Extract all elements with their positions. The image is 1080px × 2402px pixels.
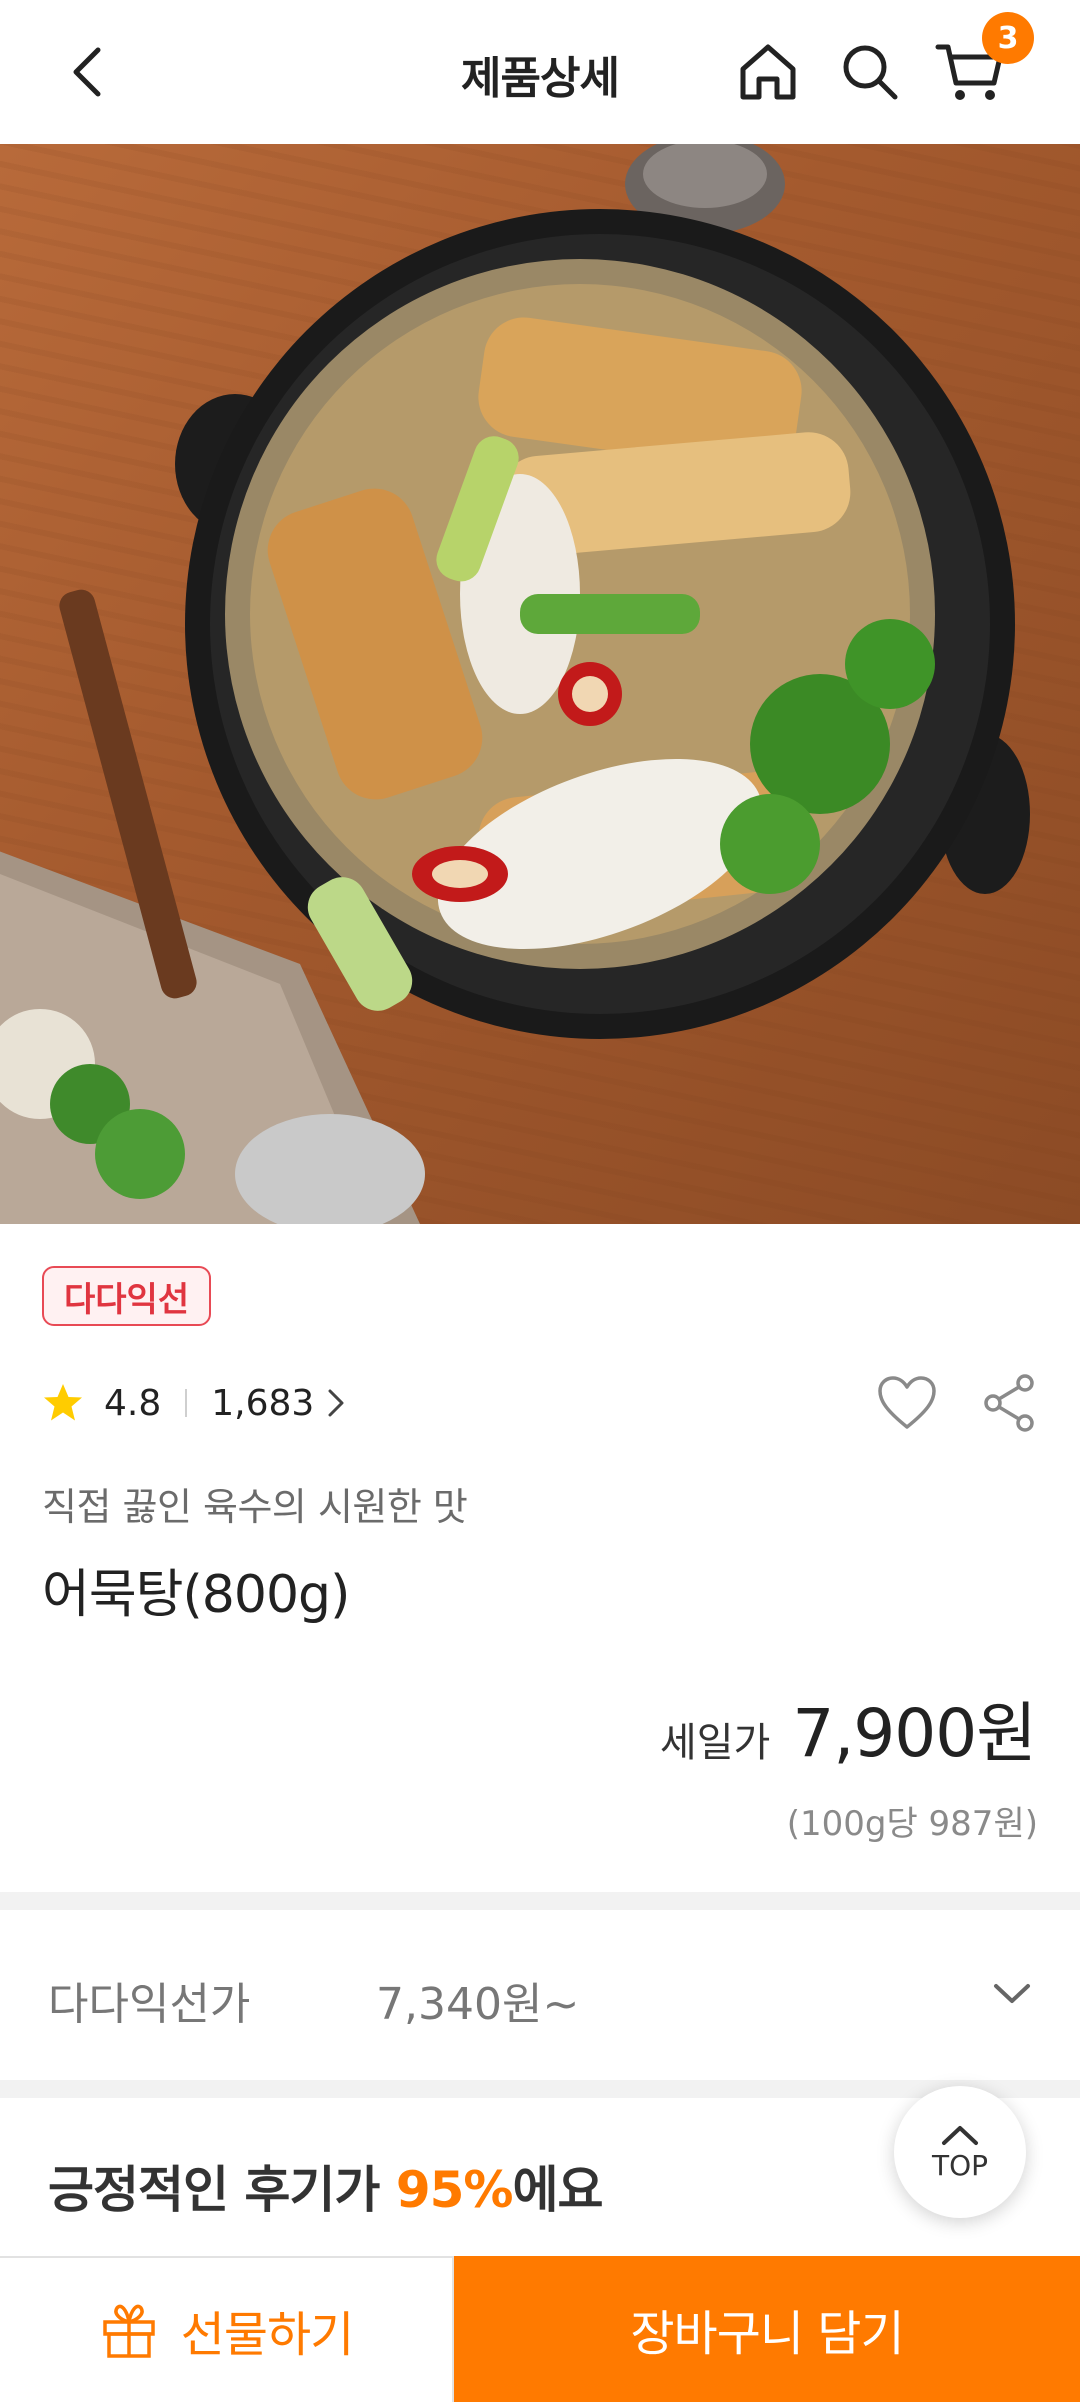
page-title: 제품상세 [461,53,620,104]
chevron-down-icon [994,1984,1030,2003]
price-row: 세일가 7,900원 [659,1680,1037,1776]
review-count-link[interactable]: 1,683 [211,1383,350,1424]
scroll-top-button[interactable]: TOP [894,2086,1026,2218]
wishlist-button[interactable] [872,1368,942,1438]
search-icon [843,45,898,100]
member-price-value: 7,340원~ [376,1979,580,2030]
review-summary-prefix: 긍정적인 후기가 [48,2161,396,2219]
product-photo-illustration [0,144,1030,1224]
bottom-action-bar: 선물하기 장바구니 담기 [0,2256,1080,2402]
member-price-row[interactable]: 다다익선가 7,340원~ [0,1912,1080,2078]
chevron-up-icon [942,2125,978,2145]
scroll-top-label: TOP [931,2148,989,2182]
rating-row: 4.8 1,683 [42,1375,350,1431]
product-subtitle: 직접 끓인 육수의 시원한 맛 [42,1485,468,1529]
gift-button[interactable]: 선물하기 [0,2256,454,2402]
gift-icon [102,2304,155,2358]
share-icon [984,1374,1034,1432]
review-count: 1,683 [211,1382,315,1424]
rating-divider [185,1389,188,1417]
section-divider [0,2080,1080,2098]
review-summary-heading: 긍정적인 후기가 95%에요 [48,2150,604,2222]
unit-price: (100g당 987원) [786,1804,1038,1844]
cart-count-badge: 3 [982,12,1034,64]
brand-badge: 다다익선 [42,1266,212,1326]
home-icon [740,44,796,100]
price-value: 7,900원 [792,1695,1037,1772]
add-to-cart-label: 장바구니 담기 [630,2306,904,2362]
product-image [0,144,1080,1224]
add-to-cart-button[interactable]: 장바구니 담기 [454,2256,1080,2402]
review-summary-suffix: 에요 [512,2161,604,2219]
positive-review-percent: 95% [395,2161,514,2219]
search-button[interactable] [832,34,908,110]
expand-button[interactable] [980,1962,1044,2026]
app-header: 제품상세 3 [0,0,1080,144]
rating-value: 4.8 [104,1382,162,1424]
section-divider [0,1892,1080,1910]
chevron-right-icon [328,1389,344,1417]
price-label: 세일가 [659,1720,771,1766]
home-button[interactable] [730,34,806,110]
member-price-label: 다다익선가 [48,1979,251,2030]
product-name: 어묵탕(800g) [42,1565,350,1625]
star-icon [44,1384,82,1421]
heart-icon [878,1376,936,1429]
share-button[interactable] [974,1368,1044,1438]
gift-button-label: 선물하기 [180,2307,355,2363]
